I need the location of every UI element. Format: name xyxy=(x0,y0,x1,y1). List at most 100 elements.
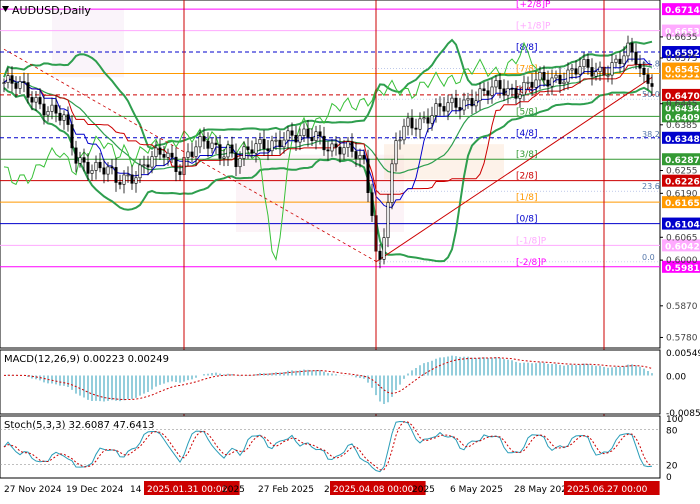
candle-body xyxy=(74,147,78,164)
candle-body xyxy=(498,80,502,90)
candle-body xyxy=(562,81,566,85)
murrey-label: [+2/8]P xyxy=(516,0,551,10)
candle-body xyxy=(166,152,170,158)
candle-body xyxy=(14,83,18,89)
candle-body xyxy=(474,100,478,107)
candle-body xyxy=(54,104,58,114)
candle-body xyxy=(86,161,90,174)
chart-svg: [+2/8]P[+1/8]P[8/8][7/8][6/8][5/8][4/8][… xyxy=(0,0,700,495)
time-axis-label: 27 Nov 2024 xyxy=(4,485,62,495)
candle-body xyxy=(382,237,386,260)
candle-body xyxy=(482,88,486,91)
candle-body xyxy=(490,86,494,96)
murrey-label: [0/8] xyxy=(516,215,538,225)
price-tag-text: 0.6165 xyxy=(665,199,700,209)
candle-body xyxy=(342,147,346,155)
candle-body xyxy=(218,144,222,159)
candle-body xyxy=(158,147,162,155)
candle-body xyxy=(454,97,458,108)
candle-body xyxy=(350,141,354,152)
candle-body xyxy=(278,139,282,148)
macd-title: MACD(12,26,9) 0.00223 0.00249 xyxy=(4,354,169,365)
murrey-label: [-2/8]P xyxy=(516,258,547,268)
price-tag-text: 0.6226 xyxy=(665,178,700,188)
macd-axis: 0.005490.00-0.00856 xyxy=(666,349,700,419)
candle-body xyxy=(142,164,146,167)
candle-body xyxy=(274,139,278,142)
candle-body xyxy=(378,250,382,260)
candle-body xyxy=(306,128,310,138)
candle-body xyxy=(134,177,138,184)
murrey-label: [3/8] xyxy=(516,150,538,160)
murrey-label: [8/8] xyxy=(516,43,538,53)
candle-body xyxy=(126,174,130,177)
murrey-label: [-1/8]P xyxy=(516,236,547,246)
price-tag-text: 0.6104 xyxy=(665,221,700,231)
candle-body xyxy=(462,99,466,111)
candle-body xyxy=(266,148,270,152)
price-axis-label: 0.6385 xyxy=(666,121,698,131)
candle-body xyxy=(618,58,622,65)
candle-body xyxy=(594,71,598,77)
candle-body xyxy=(106,166,110,175)
candle-body xyxy=(222,156,226,159)
candle-body xyxy=(446,102,450,112)
candle-body xyxy=(66,114,70,125)
candle-body xyxy=(622,55,626,65)
candle-body xyxy=(122,174,126,185)
candle-body xyxy=(206,140,210,149)
candle-body xyxy=(178,171,182,175)
candle-body xyxy=(194,146,198,157)
candle-body xyxy=(530,81,534,88)
candle-body xyxy=(242,146,246,159)
candle-body xyxy=(38,97,42,105)
candle-body xyxy=(570,68,574,71)
candle-body xyxy=(322,135,326,151)
candle-body xyxy=(162,154,166,158)
candle-body xyxy=(506,88,510,96)
time-axis: 27 Nov 2024 19 Dec 2024 14 2025.01.31 00:00… xyxy=(4,481,660,495)
stoch-title: Stoch(5,3,3) 32.6087 47.6413 xyxy=(4,420,155,431)
candle-body xyxy=(510,88,514,90)
candle-body xyxy=(394,140,398,165)
candle-body xyxy=(202,136,206,142)
price-axis-label: 0.6000 xyxy=(666,256,698,266)
candle-body xyxy=(326,149,330,152)
candle-body xyxy=(582,59,586,68)
candle-body xyxy=(238,158,242,168)
candle-body xyxy=(226,144,230,158)
candle-body xyxy=(186,151,190,158)
candle-body xyxy=(362,155,366,160)
time-axis-label: 28 May 202 xyxy=(514,485,567,495)
candle-body xyxy=(638,63,642,69)
candle-body xyxy=(58,112,62,121)
candle-body xyxy=(254,143,258,154)
candle-body xyxy=(550,77,554,87)
candle-body xyxy=(566,69,570,83)
candle-body xyxy=(214,142,218,145)
fib-label: 23.6 xyxy=(642,182,660,191)
fib-label: 0.0 xyxy=(642,253,655,262)
candle-body xyxy=(598,66,602,72)
candle-body xyxy=(294,135,298,143)
candle-body xyxy=(466,98,470,101)
candle-body xyxy=(290,130,294,136)
candle-body xyxy=(174,156,178,172)
murrey-label: [+1/8]P xyxy=(516,22,551,32)
candle-body xyxy=(314,131,318,141)
candle-body xyxy=(422,117,426,120)
candle-body xyxy=(414,127,418,130)
macd-axis-label: 0.00 xyxy=(666,372,686,382)
candle-body xyxy=(590,67,594,77)
candle-body xyxy=(250,149,254,154)
fill-zone-orange xyxy=(384,144,504,180)
candle-body xyxy=(366,158,370,193)
candle-body xyxy=(42,103,46,116)
murrey-label: [4/8] xyxy=(516,129,538,139)
candle-body xyxy=(98,161,102,169)
candle-body xyxy=(558,74,562,85)
time-axis-label: 2025 xyxy=(412,485,435,495)
candle-body xyxy=(310,136,314,141)
price-axis-label: 0.6575 xyxy=(666,54,698,64)
candle-body xyxy=(554,74,558,79)
